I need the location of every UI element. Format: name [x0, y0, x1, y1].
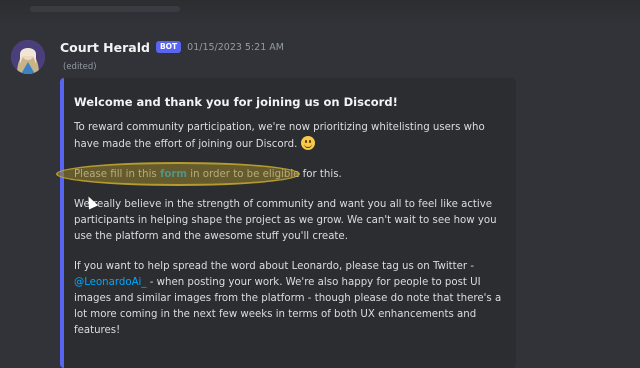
embed-title: Welcome and thank you for joining us on … — [74, 95, 398, 109]
form-link[interactable]: form — [160, 169, 187, 180]
edited-label: (edited) — [63, 62, 97, 72]
message-timestamp[interactable]: 01/15/2023 5:21 AM — [187, 42, 284, 53]
embed-paragraph-1-text: To reward community participation, we're… — [74, 122, 485, 150]
avatar-portrait-icon — [11, 40, 45, 74]
embed-paragraph-1: To reward community participation, we're… — [74, 120, 504, 153]
embed-paragraph-4-before: If you want to help spread the word abou… — [74, 261, 475, 272]
embed-paragraph-4: If you want to help spread the word abou… — [74, 259, 504, 339]
message-embed: Welcome and thank you for joining us on … — [56, 78, 516, 368]
embed-content: Welcome and thank you for joining us on … — [56, 94, 504, 353]
message-header: Court Herald BOT 01/15/2023 5:21 AM — [60, 38, 284, 56]
embed-paragraph-2-before: Please fill in this — [74, 169, 160, 180]
smiley-emoji-icon — [300, 136, 315, 150]
previous-message-remnant — [30, 6, 180, 12]
twitter-handle-link[interactable]: @LeonardoAi_ — [74, 277, 147, 288]
embed-paragraph-2-after: in order to be eligible for this. — [187, 169, 342, 180]
previous-message-fade — [0, 0, 640, 24]
bot-badge: BOT — [155, 41, 182, 53]
embed-paragraph-2: Please fill in this form in order to be … — [56, 162, 504, 186]
embed-paragraph-3: We really believe in the strength of com… — [74, 199, 497, 242]
author-name[interactable]: Court Herald — [60, 40, 150, 55]
avatar[interactable] — [11, 40, 45, 74]
